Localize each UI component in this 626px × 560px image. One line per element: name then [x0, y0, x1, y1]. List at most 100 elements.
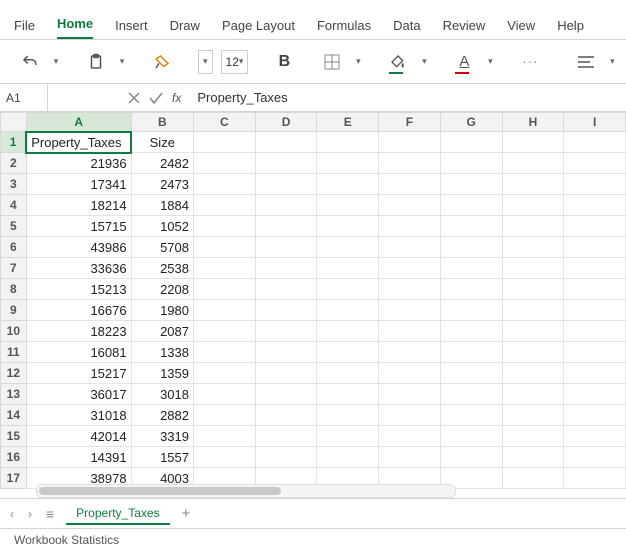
cell-A3[interactable]: 17341	[26, 174, 131, 195]
col-header-F[interactable]: F	[379, 113, 441, 132]
cell-B6[interactable]: 5708	[131, 237, 193, 258]
cell-I16[interactable]	[564, 447, 626, 468]
cell-C2[interactable]	[193, 153, 255, 174]
cell-G14[interactable]	[440, 405, 502, 426]
cell-A7[interactable]: 33636	[26, 258, 131, 279]
cell-C14[interactable]	[193, 405, 255, 426]
cell-E11[interactable]	[317, 342, 379, 363]
cell-B16[interactable]: 1557	[131, 447, 193, 468]
cell-E10[interactable]	[317, 321, 379, 342]
format-painter-icon[interactable]	[148, 48, 176, 76]
col-header-H[interactable]: H	[502, 113, 564, 132]
cell-H13[interactable]	[502, 384, 564, 405]
row-header-9[interactable]: 9	[1, 300, 27, 321]
row-header-17[interactable]: 17	[1, 468, 27, 489]
cell-B10[interactable]: 2087	[131, 321, 193, 342]
row-header-4[interactable]: 4	[1, 195, 27, 216]
cell-F11[interactable]	[379, 342, 441, 363]
cell-D7[interactable]	[255, 258, 317, 279]
cell-B3[interactable]: 2473	[131, 174, 193, 195]
cell-H8[interactable]	[502, 279, 564, 300]
tab-help[interactable]: Help	[557, 18, 584, 39]
cell-E3[interactable]	[317, 174, 379, 195]
name-box[interactable]: A1	[0, 84, 48, 111]
cell-A6[interactable]: 43986	[26, 237, 131, 258]
cell-D1[interactable]	[255, 132, 317, 153]
font-color-icon[interactable]: A	[450, 48, 478, 76]
cell-B5[interactable]: 1052	[131, 216, 193, 237]
borders-dropdown[interactable]: ▾	[352, 56, 364, 67]
cell-G10[interactable]	[440, 321, 502, 342]
cancel-icon[interactable]	[124, 88, 144, 108]
cell-B14[interactable]: 2882	[131, 405, 193, 426]
cell-I9[interactable]	[564, 300, 626, 321]
font-color-dropdown[interactable]: ▾	[484, 56, 496, 67]
cell-I8[interactable]	[564, 279, 626, 300]
row-header-16[interactable]: 16	[1, 447, 27, 468]
cell-H12[interactable]	[502, 363, 564, 384]
cell-F9[interactable]	[379, 300, 441, 321]
cell-F12[interactable]	[379, 363, 441, 384]
tab-review[interactable]: Review	[443, 18, 486, 39]
cell-C6[interactable]	[193, 237, 255, 258]
cell-G8[interactable]	[440, 279, 502, 300]
cell-D5[interactable]	[255, 216, 317, 237]
cell-D9[interactable]	[255, 300, 317, 321]
fill-color-dropdown[interactable]: ▾	[418, 56, 430, 67]
cell-D11[interactable]	[255, 342, 317, 363]
cell-E8[interactable]	[317, 279, 379, 300]
cell-I4[interactable]	[564, 195, 626, 216]
cell-B7[interactable]: 2538	[131, 258, 193, 279]
cell-C4[interactable]	[193, 195, 255, 216]
cell-H2[interactable]	[502, 153, 564, 174]
align-icon[interactable]	[572, 48, 600, 76]
tab-view[interactable]: View	[507, 18, 535, 39]
cell-E9[interactable]	[317, 300, 379, 321]
col-header-C[interactable]: C	[193, 113, 255, 132]
cell-B9[interactable]: 1980	[131, 300, 193, 321]
cell-B15[interactable]: 3319	[131, 426, 193, 447]
cell-E4[interactable]	[317, 195, 379, 216]
cell-G2[interactable]	[440, 153, 502, 174]
row-header-6[interactable]: 6	[1, 237, 27, 258]
fill-color-icon[interactable]	[384, 48, 412, 76]
cell-H17[interactable]	[502, 468, 564, 489]
cell-H7[interactable]	[502, 258, 564, 279]
cell-H16[interactable]	[502, 447, 564, 468]
cell-A11[interactable]: 16081	[26, 342, 131, 363]
align-dropdown[interactable]: ▾	[606, 56, 618, 67]
cell-E16[interactable]	[317, 447, 379, 468]
cell-C15[interactable]	[193, 426, 255, 447]
cell-A12[interactable]: 15217	[26, 363, 131, 384]
cell-D12[interactable]	[255, 363, 317, 384]
workbook-stats[interactable]: Workbook Statistics	[14, 533, 119, 547]
cell-I11[interactable]	[564, 342, 626, 363]
cell-F10[interactable]	[379, 321, 441, 342]
cell-E7[interactable]	[317, 258, 379, 279]
cell-F4[interactable]	[379, 195, 441, 216]
cell-G12[interactable]	[440, 363, 502, 384]
cell-A8[interactable]: 15213	[26, 279, 131, 300]
more-icon[interactable]: ···	[516, 48, 544, 76]
cell-H3[interactable]	[502, 174, 564, 195]
row-header-3[interactable]: 3	[1, 174, 27, 195]
cell-I7[interactable]	[564, 258, 626, 279]
cell-B11[interactable]: 1338	[131, 342, 193, 363]
cell-C9[interactable]	[193, 300, 255, 321]
cell-D3[interactable]	[255, 174, 317, 195]
font-size-select[interactable]: 12▾	[221, 50, 249, 74]
sheet-tab[interactable]: Property_Taxes	[66, 503, 169, 525]
row-header-14[interactable]: 14	[1, 405, 27, 426]
tab-data[interactable]: Data	[393, 18, 420, 39]
row-header-11[interactable]: 11	[1, 342, 27, 363]
tab-file[interactable]: File	[14, 18, 35, 39]
all-sheets-icon[interactable]: ≡	[44, 506, 56, 522]
cell-H4[interactable]	[502, 195, 564, 216]
cell-B2[interactable]: 2482	[131, 153, 193, 174]
cell-A16[interactable]: 14391	[26, 447, 131, 468]
cell-H11[interactable]	[502, 342, 564, 363]
cell-I6[interactable]	[564, 237, 626, 258]
cell-A10[interactable]: 18223	[26, 321, 131, 342]
cell-E2[interactable]	[317, 153, 379, 174]
cell-I17[interactable]	[564, 468, 626, 489]
